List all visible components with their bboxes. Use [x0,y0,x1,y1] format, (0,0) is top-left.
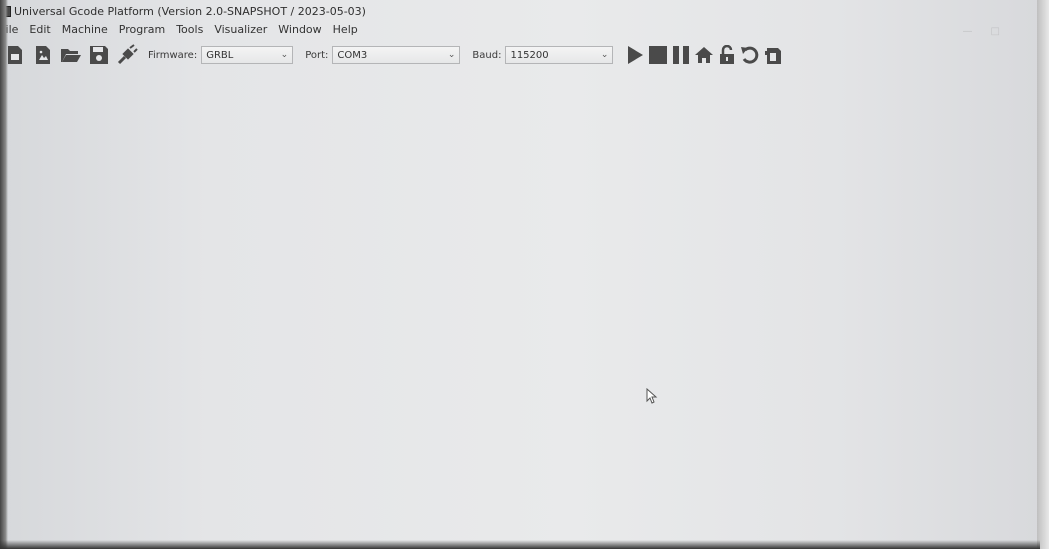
main-toolbar: Firmware: GRBL ⌄ Port: COM3 ⌄ Baud: 1152… [4,40,824,70]
menu-program[interactable]: Program [119,23,165,36]
port-label: Port: [305,49,329,61]
menu-machine[interactable]: Machine [62,23,108,36]
save-icon[interactable] [88,44,110,66]
window-title: Universal Gcode Platform (Version 2.0-SN… [14,4,366,18]
menu-edit[interactable]: Edit [29,23,50,36]
menu-help[interactable]: Help [333,23,358,36]
menu-bar: File Edit Machine Program Tools Visualiz… [0,21,369,37]
window-controls: — □ [963,26,1000,37]
home-icon[interactable] [694,44,714,66]
chevron-down-icon: ⌄ [600,50,609,60]
connect-plug-icon[interactable] [116,44,138,66]
firmware-label: Firmware: [148,49,198,61]
baud-label: Baud: [472,49,502,61]
port-select[interactable]: COM3 ⌄ [332,46,461,64]
open-folder-icon[interactable] [60,44,82,66]
menu-tools[interactable]: Tools [176,23,203,36]
reset-icon[interactable] [740,44,760,66]
chevron-down-icon: ⌄ [447,50,456,60]
open-image-icon[interactable] [32,44,54,66]
baud-select[interactable]: 115200 ⌄ [505,46,614,64]
mouse-cursor-icon [646,387,658,408]
minimize-icon[interactable]: — [963,26,973,37]
title-bar: Universal Gcode Platform (Version 2.0-SN… [0,2,1000,20]
menu-window[interactable]: Window [278,23,321,36]
unlock-icon[interactable] [717,44,737,66]
monitor-bezel-right [1037,0,1049,549]
monitor-bezel-left [0,0,8,549]
firmware-select[interactable]: GRBL ⌄ [201,46,294,64]
menu-visualizer[interactable]: Visualizer [214,23,267,36]
firmware-value: GRBL [206,49,234,61]
pause-icon[interactable] [671,44,691,66]
port-value: COM3 [337,49,368,61]
app-screen: Universal Gcode Platform (Version 2.0-SN… [0,0,1040,549]
maximize-icon[interactable]: □ [991,26,1000,37]
play-icon[interactable] [625,44,645,66]
stop-icon[interactable] [648,44,668,66]
soft-reset-icon[interactable] [763,44,783,66]
chevron-down-icon: ⌄ [280,50,289,60]
monitor-bezel-bottom [0,540,1040,549]
baud-value: 115200 [510,49,549,61]
